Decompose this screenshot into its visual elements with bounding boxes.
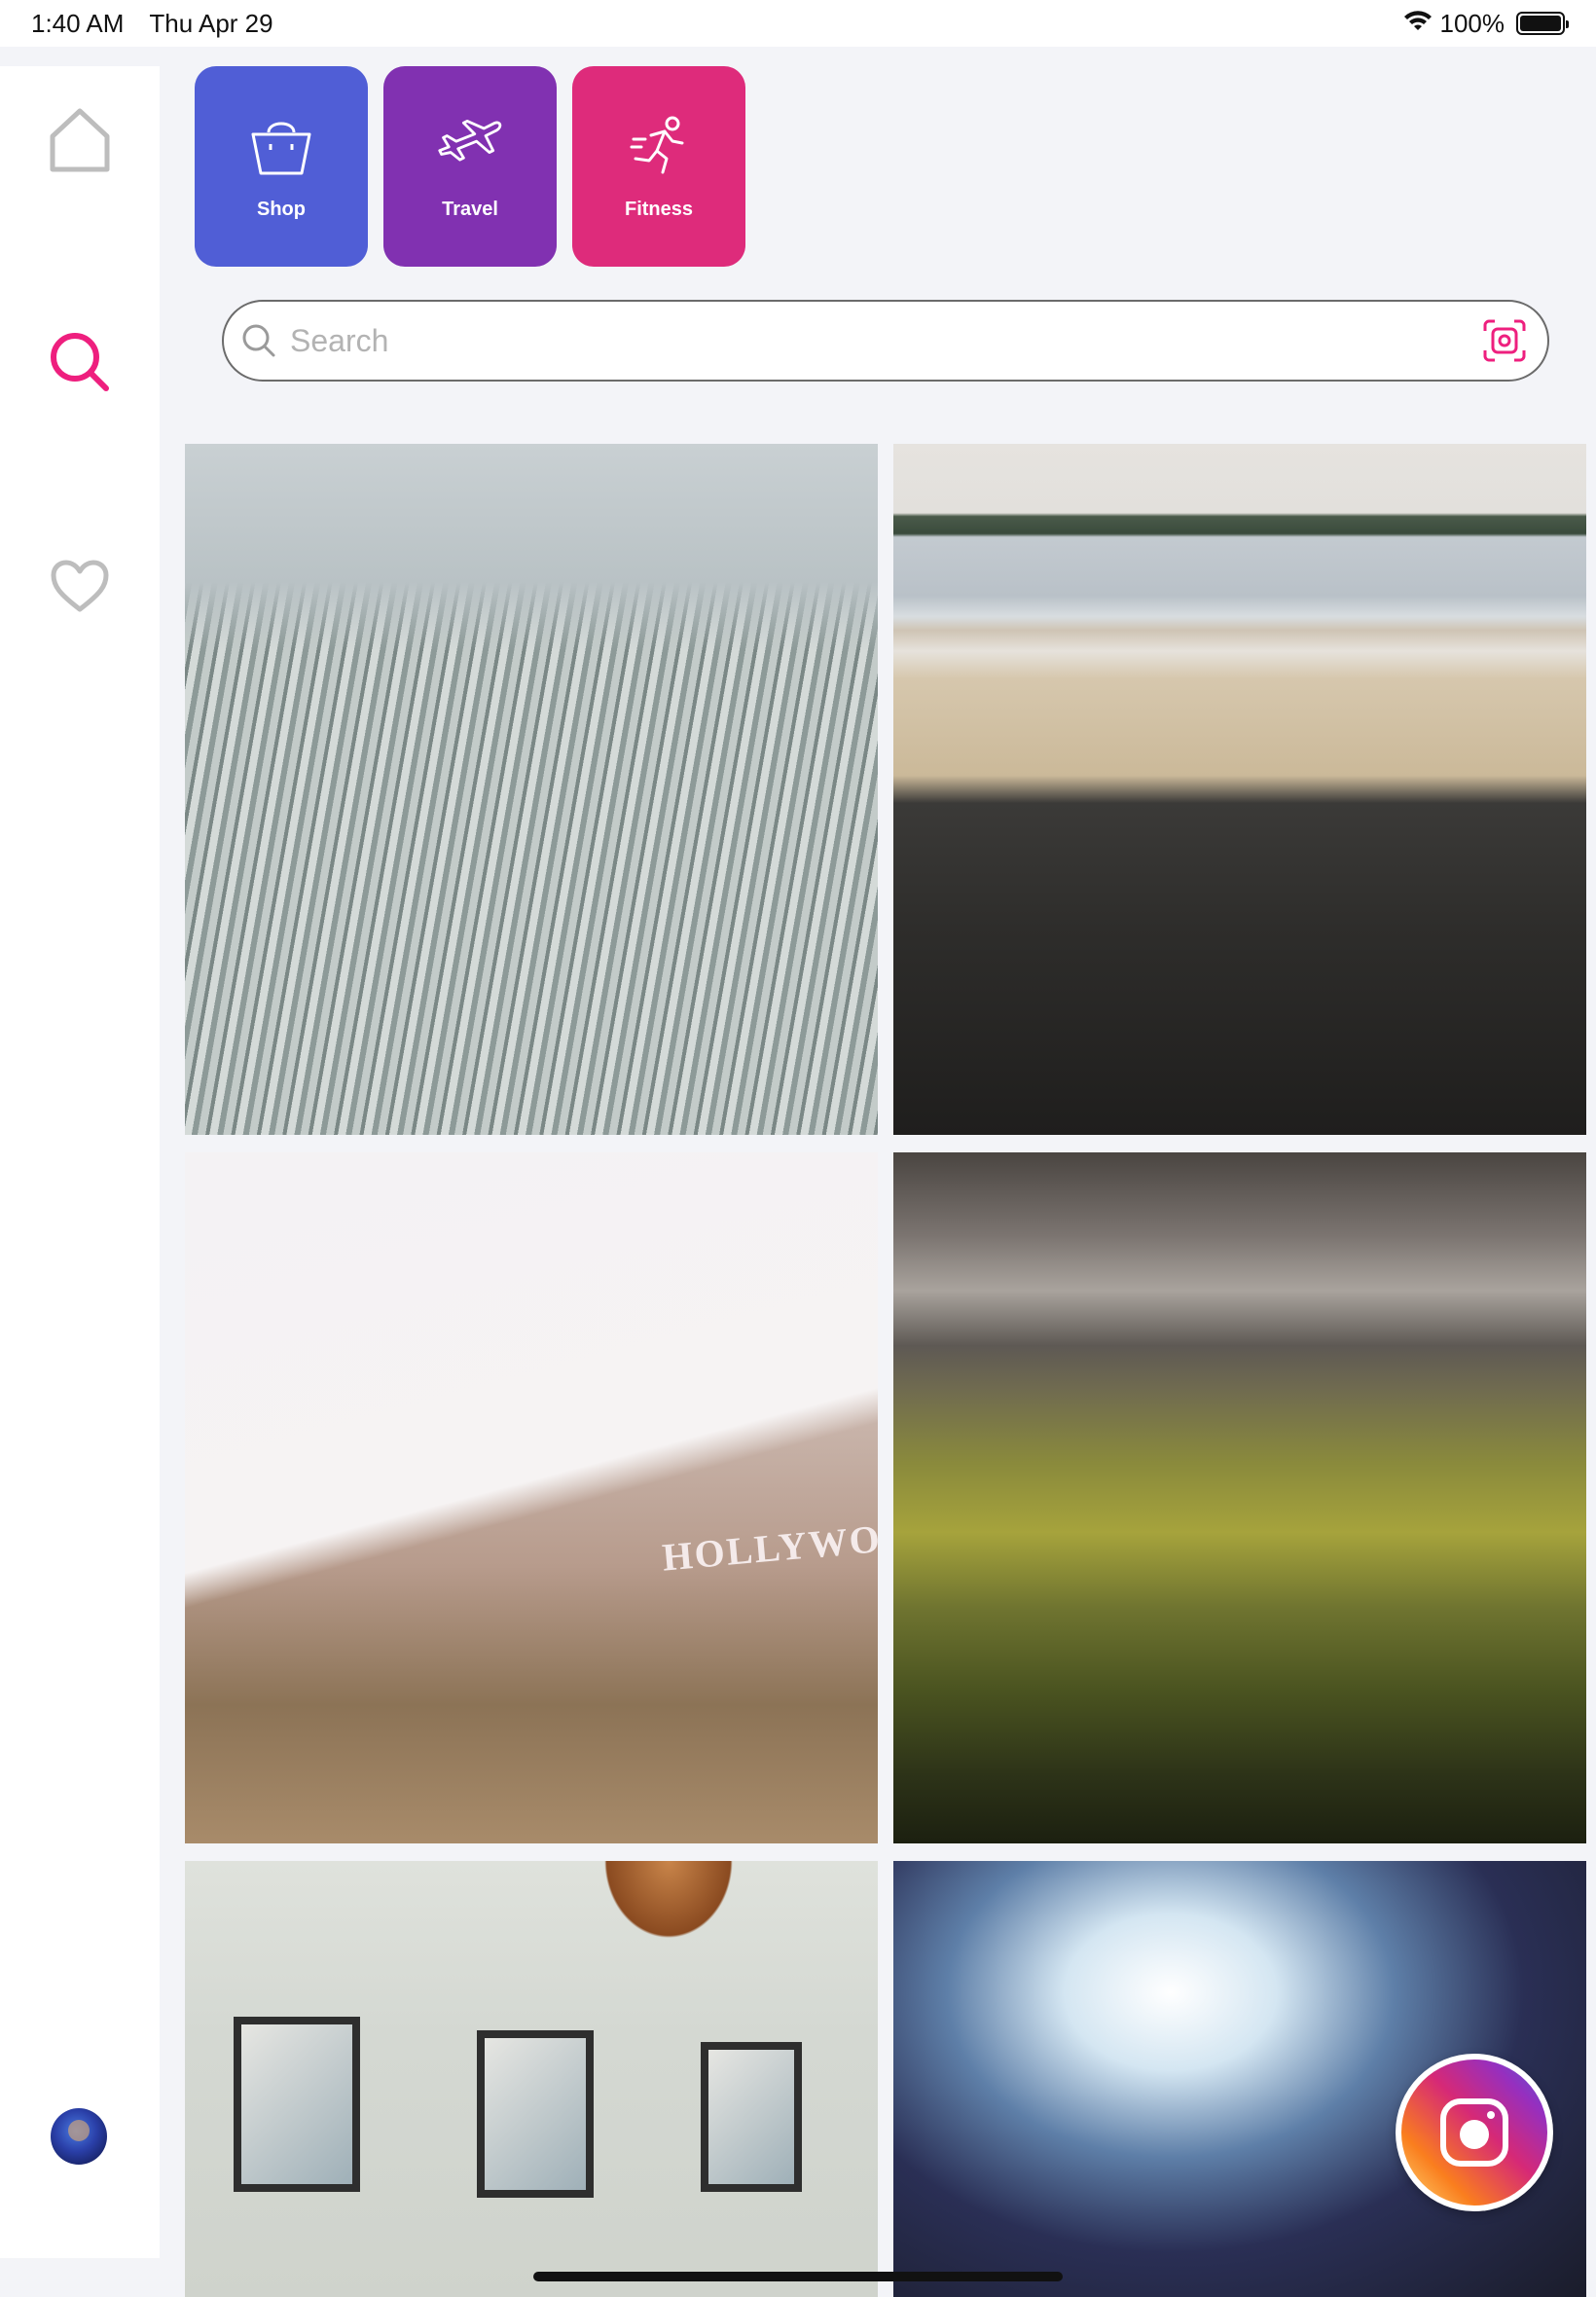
category-label: Fitness bbox=[624, 199, 694, 220]
sidebar-item-search[interactable] bbox=[41, 323, 119, 401]
battery-percent: 100% bbox=[1439, 8, 1505, 38]
photo-green-valley[interactable] bbox=[893, 1152, 1586, 1843]
sidebar-item-home[interactable] bbox=[41, 101, 119, 179]
sidebar-item-favorites[interactable] bbox=[41, 547, 119, 625]
avatar[interactable] bbox=[51, 2108, 107, 2165]
sidebar bbox=[0, 66, 160, 2258]
battery-icon bbox=[1516, 12, 1569, 35]
camera-button[interactable] bbox=[1396, 2054, 1553, 2211]
category-label: Travel bbox=[442, 199, 498, 220]
home-icon bbox=[50, 108, 110, 172]
home-indicator[interactable] bbox=[533, 2272, 1063, 2281]
picture-frame bbox=[477, 2030, 594, 2198]
search-input[interactable] bbox=[290, 322, 1481, 359]
camera-icon bbox=[1440, 2098, 1508, 2167]
photo-beach-rocks[interactable] bbox=[893, 444, 1586, 1135]
photo-sign-text: HOLLYWOOD bbox=[660, 1511, 878, 1580]
search-icon bbox=[51, 333, 109, 391]
shopping-bag-icon bbox=[251, 122, 311, 175]
category-fitness-button[interactable]: Fitness bbox=[572, 66, 745, 267]
photo-hollywood-hills[interactable]: HOLLYWOOD bbox=[185, 1152, 878, 1843]
status-bar: 1:40 AM Thu Apr 29 100% bbox=[0, 0, 1596, 47]
search-field-icon bbox=[242, 324, 275, 357]
category-shop-button[interactable]: Shop bbox=[195, 66, 368, 267]
category-label: Shop bbox=[257, 199, 306, 220]
search-bar bbox=[222, 300, 1549, 382]
picture-frame bbox=[234, 2017, 360, 2192]
scan-icon[interactable] bbox=[1481, 317, 1528, 364]
airplane-icon bbox=[438, 119, 502, 162]
status-time: 1:40 AM bbox=[31, 8, 125, 38]
picture-frame bbox=[701, 2042, 802, 2192]
running-person-icon bbox=[630, 116, 684, 174]
category-travel-button[interactable]: Travel bbox=[383, 66, 557, 267]
photo-framed-pictures[interactable] bbox=[185, 1861, 878, 2297]
status-date: Thu Apr 29 bbox=[149, 8, 273, 38]
lamp bbox=[596, 1861, 742, 1949]
heart-icon bbox=[51, 560, 109, 612]
wifi-icon bbox=[1403, 9, 1433, 39]
category-tiles: Shop Travel Fitness bbox=[195, 66, 745, 267]
photo-snowy-forest[interactable] bbox=[185, 444, 878, 1135]
